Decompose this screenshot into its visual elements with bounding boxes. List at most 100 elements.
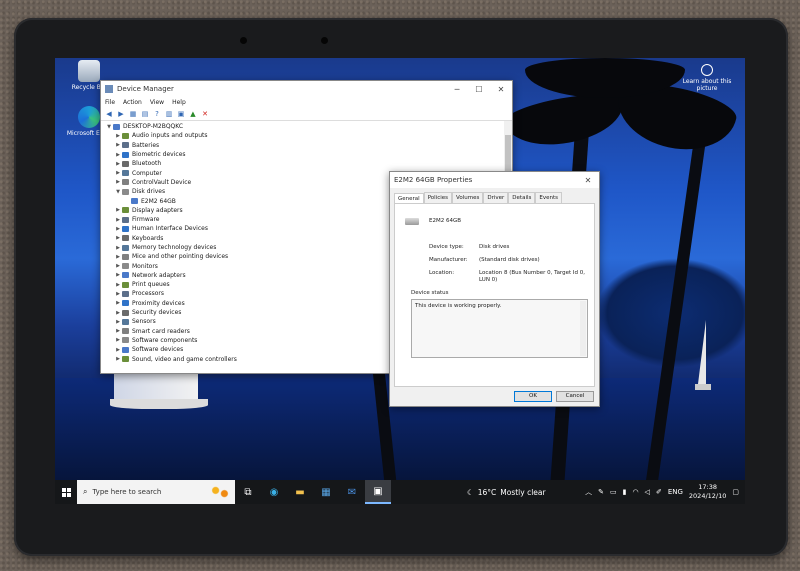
menu-view[interactable]: View [150, 99, 164, 106]
minimize-button[interactable]: ─ [446, 85, 468, 94]
chevron-right-icon[interactable]: ▶ [114, 300, 122, 306]
clock-time: 17:38 [698, 483, 717, 491]
chevron-right-icon[interactable]: ▶ [114, 152, 122, 158]
chevron-right-icon[interactable]: ▶ [114, 319, 122, 325]
tree-item[interactable]: ▶ Batteries [105, 141, 512, 150]
edge-taskbar-icon[interactable]: ◉ [261, 480, 287, 504]
tree-item[interactable]: ▶ Audio inputs and outputs [105, 131, 512, 140]
tab-details[interactable]: Details [508, 192, 536, 203]
update-driver-icon[interactable]: ▲ [189, 110, 197, 118]
menu-file[interactable]: File [105, 99, 115, 106]
camera-lens [321, 37, 328, 44]
sailboat [695, 320, 711, 400]
menu-help[interactable]: Help [172, 99, 186, 106]
chevron-right-icon[interactable]: ▶ [114, 170, 122, 176]
store-icon[interactable]: ▦ [313, 480, 339, 504]
chevron-right-icon[interactable]: ▶ [114, 282, 122, 288]
weather-temp: 16°C [477, 487, 497, 497]
recycle-bin-icon [78, 60, 100, 82]
help-icon[interactable]: ? [153, 110, 161, 118]
tab-policies[interactable]: Policies [423, 192, 453, 203]
tab-strip: General Policies Volumes Driver Details … [390, 188, 599, 204]
back-icon[interactable]: ◀ [105, 110, 113, 118]
tree-item-label: Human Interface Devices [132, 225, 208, 233]
tree-item-label: Bluetooth [132, 160, 162, 168]
tab-driver[interactable]: Driver [483, 192, 509, 203]
chevron-right-icon[interactable]: ▶ [114, 291, 122, 297]
maximize-button[interactable]: ☐ [468, 85, 490, 94]
device-status-box[interactable]: This device is working properly. [411, 299, 588, 358]
chevron-right-icon[interactable]: ▶ [114, 226, 122, 232]
device-category-icon [122, 290, 129, 297]
show-hide-icon[interactable]: ▦ [129, 110, 137, 118]
chevron-right-icon[interactable]: ▶ [114, 310, 122, 316]
chevron-right-icon[interactable]: ▶ [114, 179, 122, 185]
language-indicator[interactable]: ENG [668, 488, 683, 496]
file-explorer-icon[interactable]: ▬ [287, 480, 313, 504]
chevron-right-icon[interactable]: ▶ [114, 217, 122, 223]
tree-item-label: Network adapters [132, 271, 186, 279]
chevron-right-icon[interactable]: ▶ [114, 328, 122, 334]
device-manager-taskbar-icon[interactable]: ▣ [365, 480, 391, 504]
properties-icon[interactable]: ▤ [141, 110, 149, 118]
device-category-icon [122, 309, 129, 316]
device-category-icon [122, 272, 129, 279]
taskbar-search[interactable]: ⌕ Type here to search [77, 480, 235, 504]
device-name: E2M2 64GB [429, 218, 462, 224]
touchpad-icon[interactable]: ▭ [610, 488, 617, 496]
pen-menu-icon[interactable]: ✐ [656, 488, 662, 496]
chevron-right-icon[interactable]: ▶ [114, 347, 122, 353]
tree-item-label: Batteries [132, 141, 160, 149]
details-icon[interactable]: ▥ [165, 110, 173, 118]
chevron-right-icon[interactable]: ▶ [114, 235, 122, 241]
chevron-right-icon[interactable]: ▶ [114, 272, 122, 278]
device-category-icon [122, 244, 129, 251]
start-button[interactable] [55, 480, 77, 504]
battery-icon[interactable]: ▮ [623, 488, 627, 496]
chevron-down-icon[interactable]: ▼ [114, 189, 122, 195]
ok-button[interactable]: OK [514, 391, 552, 402]
learn-about-picture[interactable]: Learn about this picture [677, 64, 737, 92]
volume-icon[interactable]: ◁ [645, 488, 650, 496]
tree-item[interactable]: ▶ Biometric devices [105, 150, 512, 159]
location-value: Location 8 (Bus Number 0, Target Id 0, L… [479, 270, 585, 283]
uninstall-icon[interactable]: ✕ [201, 110, 209, 118]
chevron-right-icon[interactable]: ▶ [114, 245, 122, 251]
device-type-label: Device type: [429, 244, 464, 250]
cancel-button[interactable]: Cancel [556, 391, 594, 402]
chevron-right-icon[interactable]: ▶ [114, 337, 122, 343]
chevron-right-icon[interactable]: ▶ [114, 254, 122, 260]
tree-item-label: Processors [132, 290, 165, 298]
close-button[interactable]: ✕ [577, 176, 599, 185]
chevron-right-icon[interactable]: ▶ [114, 161, 122, 167]
pen-icon[interactable]: ✎ [598, 488, 604, 496]
manufacturer-value: (Standard disk drives) [479, 257, 540, 263]
forward-icon[interactable]: ▶ [117, 110, 125, 118]
chevron-right-icon[interactable]: ▶ [114, 356, 122, 362]
mail-icon[interactable]: ✉ [339, 480, 365, 504]
chevron-down-icon[interactable]: ▼ [105, 124, 113, 130]
chevron-right-icon[interactable]: ▶ [114, 142, 122, 148]
device-category-icon [113, 123, 120, 130]
tab-events[interactable]: Events [535, 192, 562, 203]
wifi-icon[interactable]: ◠ [632, 488, 638, 496]
chevron-right-icon[interactable]: ▶ [114, 133, 122, 139]
tree-item[interactable]: ▶ Bluetooth [105, 159, 512, 168]
menu-action[interactable]: Action [123, 99, 142, 106]
tree-item[interactable]: ▼ DESKTOP-M2BQQKC [105, 122, 512, 131]
chevron-right-icon[interactable]: ▶ [114, 263, 122, 269]
properties-titlebar[interactable]: E2M2 64GB Properties ✕ [390, 172, 599, 188]
device-category-icon [122, 151, 129, 158]
chevron-right-icon[interactable]: ▶ [114, 207, 122, 213]
weather-widget[interactable]: ☾ 16°C Mostly clear [467, 488, 546, 497]
notification-icon[interactable]: ▢ [732, 488, 739, 496]
device-manager-titlebar[interactable]: Device Manager ─ ☐ ✕ [101, 81, 512, 97]
clock[interactable]: 17:38 2024/12/10 [689, 483, 726, 501]
close-button[interactable]: ✕ [490, 85, 512, 94]
chevron-up-icon[interactable]: ︿ [585, 487, 592, 497]
scan-hardware-icon[interactable]: ▣ [177, 110, 185, 118]
status-scrollbar[interactable] [580, 301, 586, 356]
camera-lens [240, 37, 247, 44]
task-view-icon[interactable]: ⧉ [235, 480, 261, 504]
tab-volumes[interactable]: Volumes [452, 192, 484, 203]
